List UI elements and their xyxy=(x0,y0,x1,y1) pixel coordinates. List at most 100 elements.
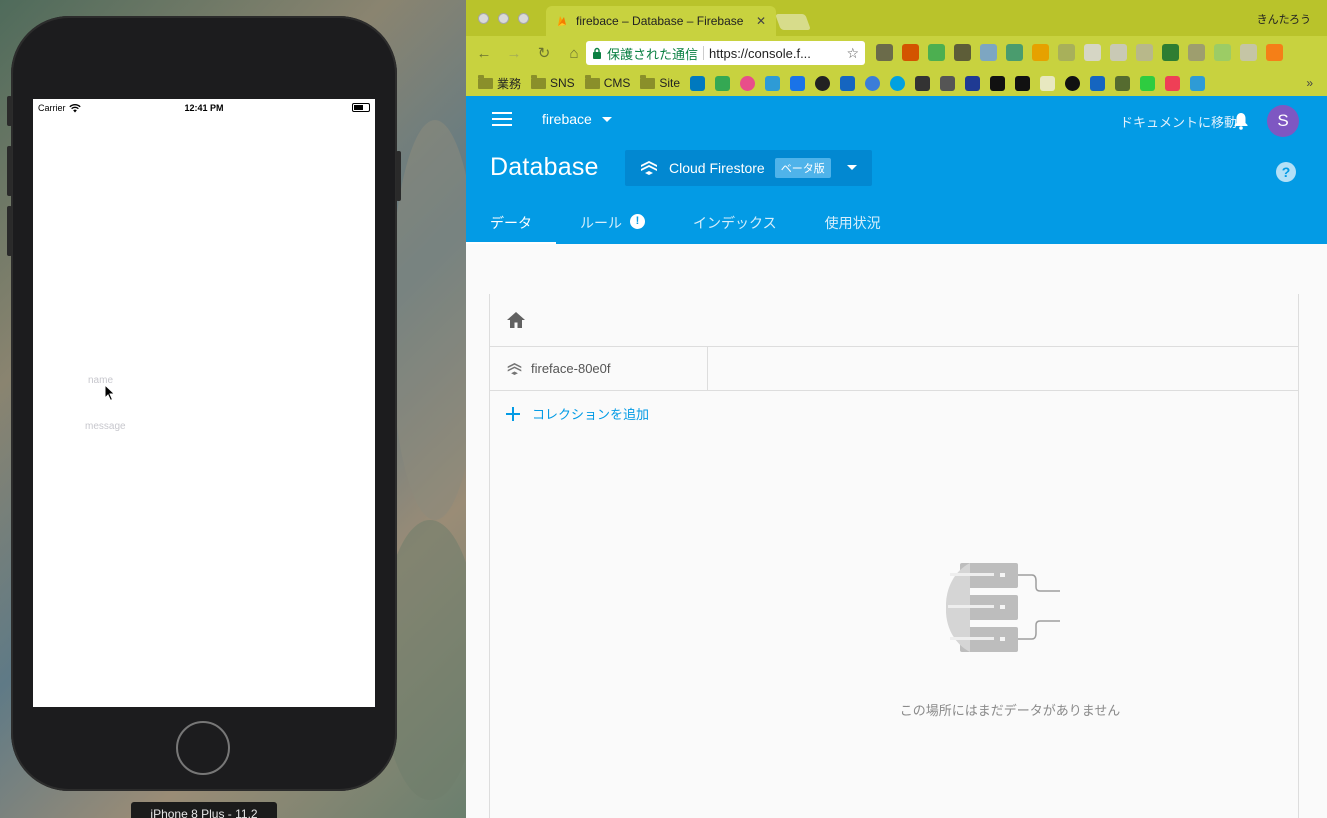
bookmark-folder[interactable]: Site xyxy=(640,74,680,90)
panel-breadcrumb xyxy=(490,294,1298,347)
salesforce-bookmark-icon[interactable] xyxy=(890,75,906,91)
home-icon[interactable] xyxy=(506,311,526,329)
camera-bookmark-icon[interactable] xyxy=(940,75,956,91)
bookmarks-overflow-icon[interactable]: » xyxy=(1306,76,1313,90)
folder-icon xyxy=(584,74,600,89)
feedly-bookmark-icon[interactable] xyxy=(1140,75,1156,91)
battery-icon xyxy=(352,103,370,112)
message-field[interactable]: message xyxy=(85,421,126,432)
extension-icons xyxy=(876,44,1283,61)
calendar-ext-icon[interactable] xyxy=(902,44,919,61)
bookmark-star-icon[interactable]: ☆ xyxy=(846,45,859,62)
tab-data[interactable]: データ xyxy=(466,204,556,244)
volume-up-button xyxy=(7,146,12,196)
bookmark-folder[interactable]: 業務 xyxy=(478,74,521,92)
browser-tab[interactable]: firebace – Database – Firebase ✕ xyxy=(546,6,776,36)
fa-bookmark-icon[interactable] xyxy=(965,75,981,91)
diamond-bookmark-icon[interactable] xyxy=(765,75,781,91)
menu-icon[interactable] xyxy=(492,112,512,130)
drive-bookmark-icon[interactable] xyxy=(715,75,731,91)
reload-icon[interactable]: ↻ xyxy=(532,41,556,65)
checklist-ext-icon[interactable] xyxy=(954,44,971,61)
add-collection-button[interactable]: コレクションを追加 xyxy=(490,391,1298,423)
home-icon[interactable]: ⌂ xyxy=(562,41,586,65)
root-document[interactable]: fireface-80e0f xyxy=(490,347,708,390)
back-arrow-icon[interactable]: ← xyxy=(472,41,496,65)
firestore-icon xyxy=(641,161,657,175)
address-bar-divider xyxy=(703,46,705,60)
avatar[interactable]: S xyxy=(1267,105,1299,137)
chevron-down-icon xyxy=(601,116,612,122)
browser-window: firebace – Database – Firebase ✕ きんたろう ←… xyxy=(466,0,1327,818)
root-row: fireface-80e0f xyxy=(490,347,1298,391)
bookmark-folder[interactable]: CMS xyxy=(584,74,631,90)
tab-rules[interactable]: ルール ! xyxy=(556,204,669,244)
chevron-down-icon xyxy=(847,165,857,170)
gear-ext-icon[interactable] xyxy=(1188,44,1205,61)
mountain-bookmark-icon[interactable] xyxy=(1015,75,1031,91)
close-window-button[interactable] xyxy=(478,13,489,24)
calendar-bookmark-icon[interactable] xyxy=(790,75,806,91)
tab-label: ルール xyxy=(580,215,622,231)
home-button[interactable] xyxy=(176,721,230,775)
minimize-window-button[interactable] xyxy=(498,13,509,24)
pocket-ext-icon[interactable] xyxy=(876,44,893,61)
project-selector[interactable]: firebace xyxy=(542,111,612,127)
filter-bookmark-icon[interactable] xyxy=(1040,75,1056,91)
m-ext-icon[interactable] xyxy=(1240,44,1257,61)
graph-ext-icon[interactable] xyxy=(1110,44,1127,61)
simulator-screen[interactable]: Carrier 12:41 PM name message xyxy=(33,99,375,707)
layers-bookmark-icon[interactable] xyxy=(1115,75,1131,91)
docs-link[interactable]: ドキュメントに移動 xyxy=(1120,112,1237,131)
firestore-icon xyxy=(507,362,522,375)
bookmark-folder[interactable]: SNS xyxy=(531,74,575,90)
database-type-selector[interactable]: Cloud Firestore ベータ版 xyxy=(625,150,872,186)
feedly-ext-icon[interactable] xyxy=(928,44,945,61)
d-bookmark-icon[interactable] xyxy=(1065,75,1081,91)
firefox-bookmark-icon[interactable] xyxy=(815,75,831,91)
chart-ext-icon[interactable] xyxy=(1032,44,1049,61)
building-bookmark-icon[interactable] xyxy=(915,75,931,91)
tab-usage[interactable]: 使用状況 xyxy=(801,204,905,244)
hand-bookmark-icon[interactable] xyxy=(1090,75,1106,91)
empty-state-message: この場所にはまだデータがありません xyxy=(899,703,1121,718)
tab-indexes[interactable]: インデックス xyxy=(669,204,801,244)
link-bookmark-icon[interactable] xyxy=(865,75,881,91)
dribbble-bookmark-icon[interactable] xyxy=(740,75,756,91)
cloud-ext-icon[interactable] xyxy=(1084,44,1101,61)
volume-down-button xyxy=(7,206,12,256)
up-ext-icon[interactable] xyxy=(1266,44,1283,61)
tab-label: データ xyxy=(490,215,532,231)
lock-icon xyxy=(593,47,601,59)
s-ext-icon[interactable] xyxy=(1006,44,1023,61)
add-collection-label: コレクションを追加 xyxy=(532,407,650,422)
gem-ext-icon[interactable] xyxy=(1162,44,1179,61)
diamond2-bookmark-icon[interactable] xyxy=(1190,75,1206,91)
trello-bookmark-icon[interactable] xyxy=(690,75,706,91)
firebase-header: firebace ドキュメントに移動 S Database Cloud Fire… xyxy=(466,96,1327,244)
bookmark-folder-label: CMS xyxy=(603,76,631,90)
c-ext-icon[interactable] xyxy=(1136,44,1153,61)
chat-ext-icon[interactable] xyxy=(980,44,997,61)
circle-ext-icon[interactable] xyxy=(1214,44,1231,61)
close-tab-icon[interactable]: ✕ xyxy=(756,14,766,28)
forward-arrow-icon[interactable]: → xyxy=(502,41,526,65)
tab-label: 使用状況 xyxy=(824,215,881,231)
p-bookmark-icon[interactable] xyxy=(990,75,1006,91)
link-ext-icon[interactable] xyxy=(1058,44,1075,61)
zoom-window-button[interactable] xyxy=(518,13,529,24)
power-button xyxy=(396,151,401,201)
ios-status-bar: Carrier 12:41 PM xyxy=(33,99,375,117)
page-title: Database xyxy=(490,153,599,181)
pocket-bookmark-icon[interactable] xyxy=(1165,75,1181,91)
lf-bookmark-icon[interactable] xyxy=(840,75,856,91)
help-icon[interactable]: ? xyxy=(1276,162,1296,182)
profile-name[interactable]: きんたろう xyxy=(1257,11,1311,27)
new-tab-button[interactable] xyxy=(775,14,811,30)
notification-bell-icon[interactable] xyxy=(1233,112,1249,130)
beta-badge: ベータ版 xyxy=(774,158,831,178)
project-name: firebace xyxy=(542,111,592,127)
mute-switch xyxy=(7,96,12,126)
data-panel: fireface-80e0f コレクションを追加 この場所にはまだデータがありま… xyxy=(489,294,1299,818)
address-bar[interactable]: 保護された通信 https://console.f... ☆ xyxy=(586,41,865,65)
